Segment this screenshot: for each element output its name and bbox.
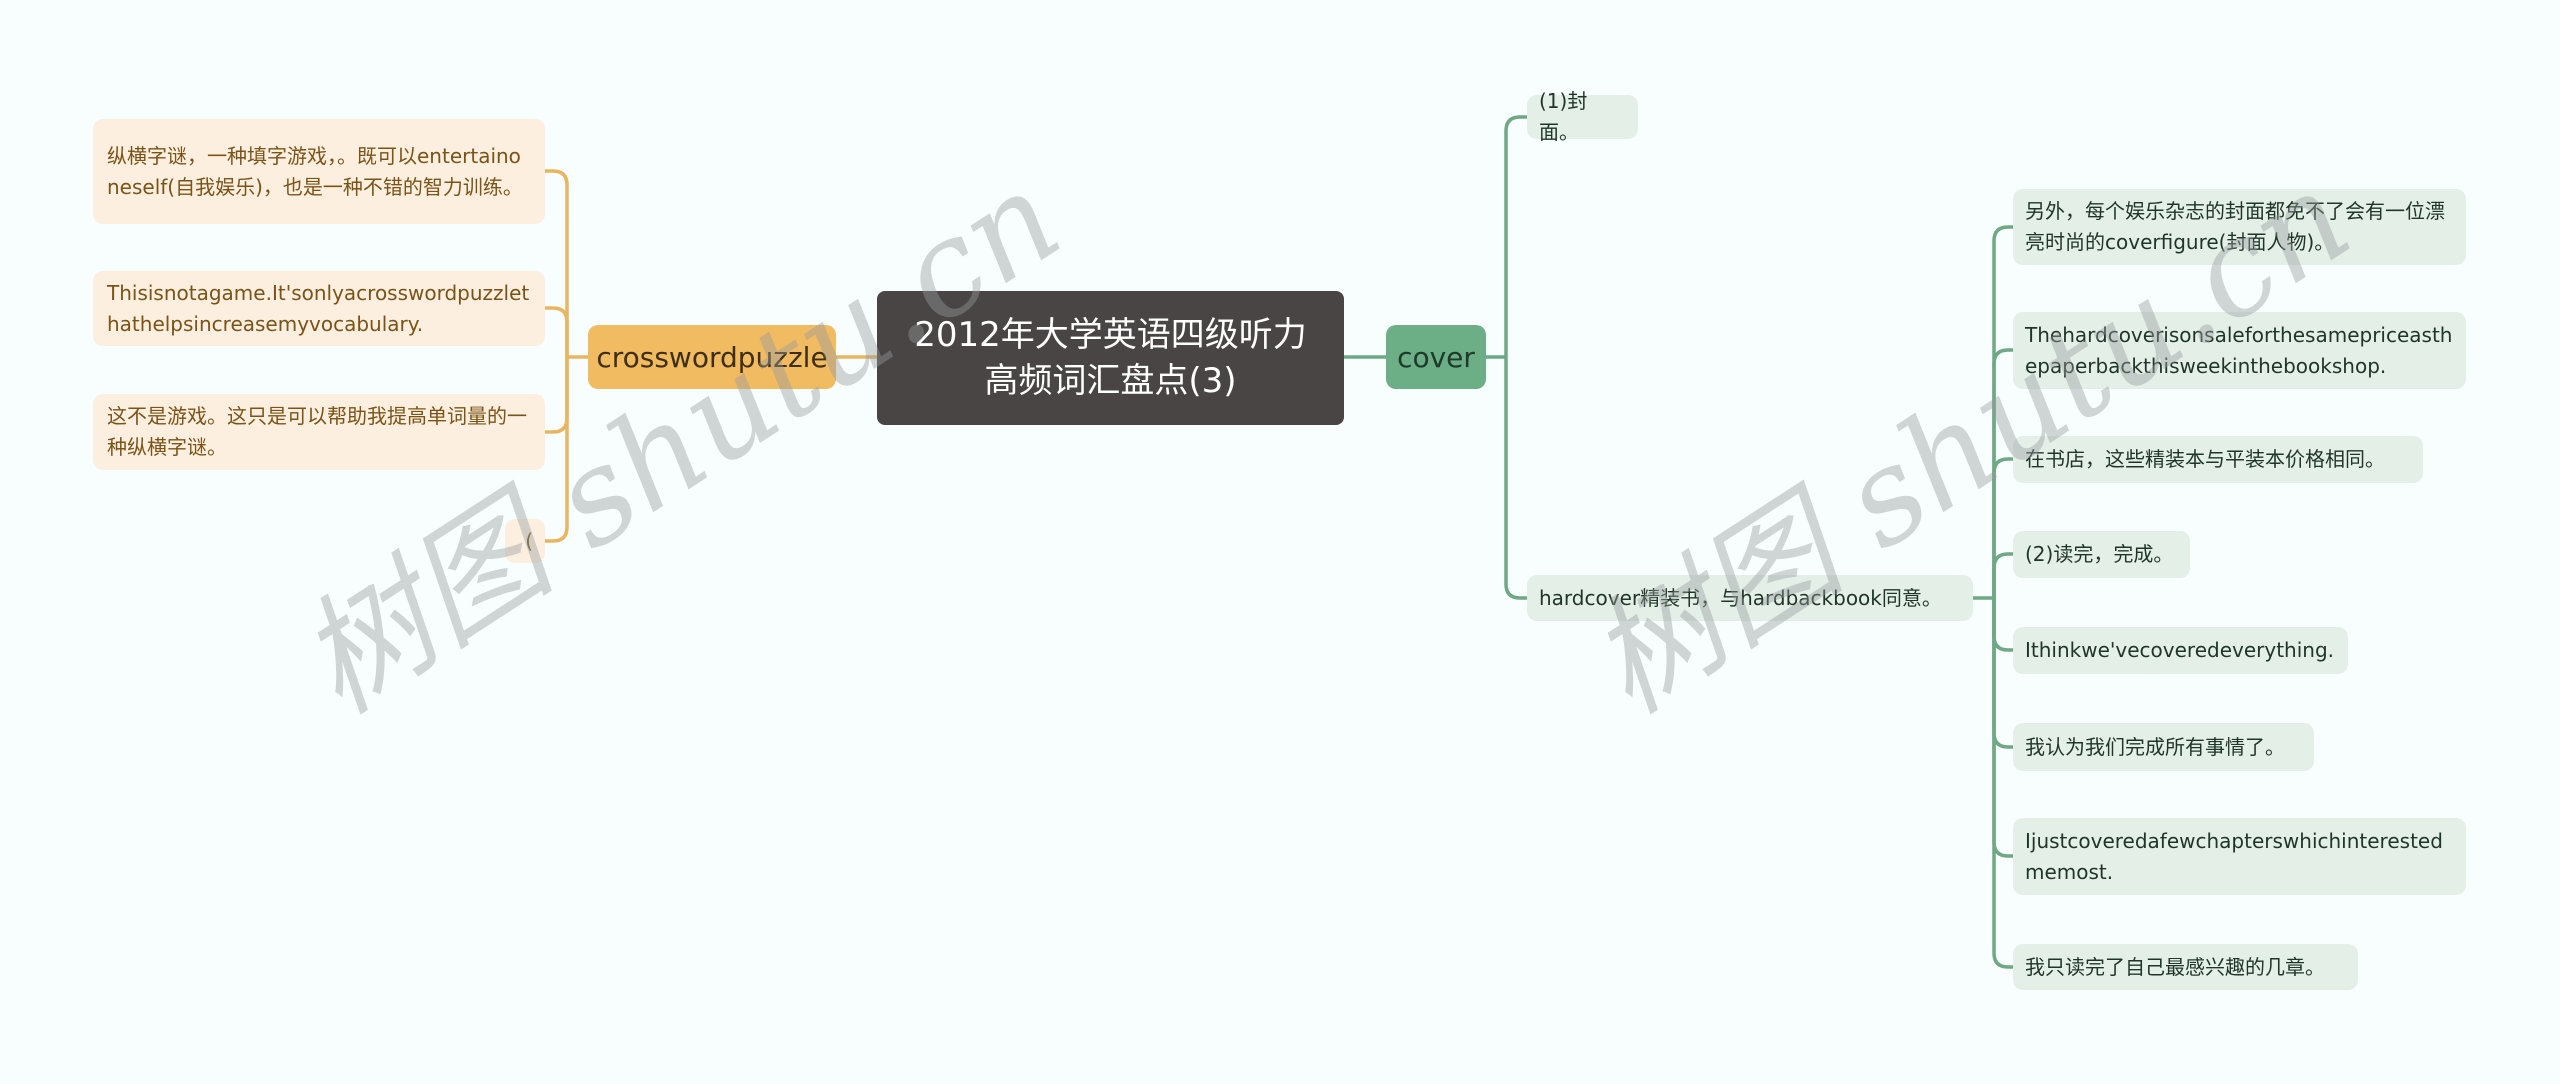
right-leaf[interactable]: (2)读完，完成。 [2013,531,2190,578]
branch-label: cover [1397,340,1475,374]
leaf-text: Ithinkwe'vecoveredeverything. [2025,638,2334,662]
right-leaf[interactable]: Ithinkwe'vecoveredeverything. [2013,627,2348,674]
leaf-text: 这不是游戏。这只是可以帮助我提高单词量的一种纵横字谜。 [107,404,527,459]
root-title-line1: 2012年大学英语四级听力 [914,315,1307,355]
link-right-subtopic [1504,115,1527,357]
leaf-text: (1)封面。 [1539,89,1588,144]
right-subtopic[interactable]: (1)封面。 [1527,89,1638,144]
link-right-leaf [1992,457,2013,598]
right-leaf[interactable]: 另外，每个娱乐杂志的封面都免不了会有一位漂亮时尚的coverfigure(封面人… [2013,189,2466,265]
link-right-leaf [1992,225,2013,598]
leaf-text: Ijustcoveredafewchapterswhichinterestedm… [2025,828,2443,884]
leaf-text: (2)读完，完成。 [2025,542,2174,566]
leaf-text: Thehardcoverisonsaleforthesamepriceasthe… [2025,322,2453,378]
leaf-text: hardcover精装书，与hardbackbook同意。 [1539,585,1942,610]
leaf-text: 另外，每个娱乐杂志的封面都免不了会有一位漂亮时尚的coverfigure(封面人… [2025,199,2445,254]
link-right-leaf [1992,598,2013,749]
right-leaf[interactable]: 我只读完了自己最感兴趣的几章。 [2013,944,2358,990]
branch-cover[interactable]: cover [1386,325,1486,389]
link-right-leaf [1992,598,2013,969]
root-title-line2: 高频词汇盘点(3) [984,361,1237,401]
right-subtopic[interactable]: hardcover精装书，与hardbackbook同意。 [1527,575,1973,621]
right-leaf[interactable]: Ijustcoveredafewchapterswhichinterestedm… [2013,818,2466,895]
leaf-text: ( [525,528,533,553]
left-leaf[interactable]: 纵横字谜，一种填字游戏，。既可以entertainoneself(自我娱乐)，也… [93,119,545,224]
link-left-leaf [545,169,569,357]
branch-label: crosswordpuzzle [596,340,828,374]
link-right-leaf [1992,552,2013,598]
right-leaf[interactable]: Thehardcoverisonsaleforthesamepriceasthe… [2013,312,2466,389]
link-left-leaf [545,306,569,357]
link-left-leaf [545,357,569,434]
right-leaf[interactable]: 我认为我们完成所有事情了。 [2013,723,2314,771]
link-right-leaf [1992,598,2013,858]
leaf-text: 在书店，这些精装本与平装本价格相同。 [2025,447,2385,471]
leaf-text: 纵横字谜，一种填字游戏，。既可以entertainoneself(自我娱乐)，也… [107,143,523,199]
left-leaf[interactable]: 这不是游戏。这只是可以帮助我提高单词量的一种纵横字谜。 [93,394,545,470]
right-leaf[interactable]: 在书店，这些精装本与平装本价格相同。 [2013,436,2423,483]
left-leaf[interactable]: Thisisnotagame.It'sonlyacrosswordpuzzlet… [93,271,545,346]
link-right-subtopic [1504,357,1527,600]
root-topic[interactable]: 2012年大学英语四级听力 高频词汇盘点(3) [877,291,1344,425]
branch-crosswordpuzzle[interactable]: crosswordpuzzle [588,325,836,389]
leaf-text: 我只读完了自己最感兴趣的几章。 [2025,954,2325,979]
leaf-text: 我认为我们完成所有事情了。 [2025,734,2285,759]
link-right-leaf [1992,598,2013,652]
link-left-leaf [545,357,569,543]
leaf-text: Thisisnotagame.It'sonlyacrosswordpuzzlet… [107,280,530,336]
left-leaf[interactable]: ( [505,519,545,563]
